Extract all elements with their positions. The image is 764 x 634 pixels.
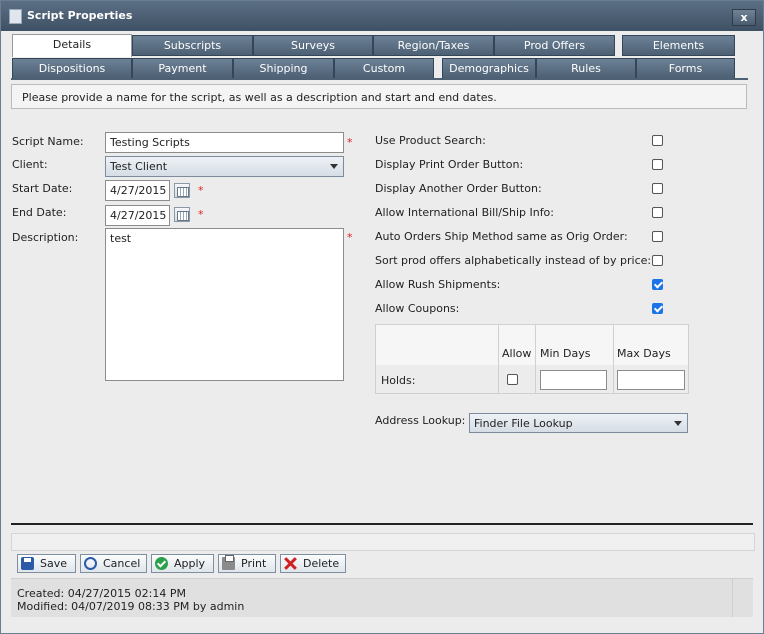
chevron-down-icon bbox=[330, 164, 338, 169]
checkmark-icon bbox=[155, 557, 168, 570]
address-lookup-value: Finder File Lookup bbox=[474, 417, 573, 430]
calendar-icon[interactable] bbox=[174, 183, 190, 198]
column-divider bbox=[535, 325, 536, 393]
required-marker: * bbox=[198, 208, 204, 221]
script-name-input[interactable]: Testing Scripts bbox=[105, 132, 344, 153]
script-icon bbox=[9, 9, 22, 24]
footer-info: Created: 04/27/2015 02:14 PM Modified: 0… bbox=[11, 578, 753, 617]
client-label: Client: bbox=[12, 158, 48, 171]
display-another-order-checkbox[interactable] bbox=[652, 183, 663, 194]
created-timestamp: Created: 04/27/2015 02:14 PM bbox=[17, 587, 186, 600]
allow-column-header: Allow bbox=[502, 347, 532, 360]
modified-timestamp: Modified: 04/07/2019 08:33 PM by admin bbox=[17, 600, 245, 613]
tab-shipping[interactable]: Shipping bbox=[233, 58, 334, 79]
use-product-search-checkbox[interactable] bbox=[652, 135, 663, 146]
window-title: Script Properties bbox=[27, 9, 133, 22]
undo-icon bbox=[84, 557, 97, 570]
auto-orders-ship-method-checkbox[interactable] bbox=[652, 231, 663, 242]
tab-dispositions[interactable]: Dispositions bbox=[12, 58, 132, 79]
chevron-down-icon bbox=[674, 421, 682, 426]
option-label: Use Product Search: bbox=[375, 134, 486, 147]
sort-prod-offers-checkbox[interactable] bbox=[652, 255, 663, 266]
tab-custom[interactable]: Custom bbox=[334, 58, 434, 79]
min-days-column-header: Min Days bbox=[540, 347, 591, 360]
required-marker: * bbox=[347, 136, 353, 149]
description-textarea[interactable]: test bbox=[105, 228, 344, 381]
option-label: Display Another Order Button: bbox=[375, 182, 542, 195]
tab-prod-offers[interactable]: Prod Offers bbox=[494, 35, 615, 56]
end-date-label: End Date: bbox=[12, 206, 67, 219]
cancel-label: Cancel bbox=[103, 557, 141, 570]
end-date-input[interactable]: 4/27/2015 bbox=[105, 205, 170, 226]
max-days-column-header: Max Days bbox=[617, 347, 671, 360]
column-divider bbox=[613, 325, 614, 393]
allow-rush-shipments-checkbox[interactable] bbox=[652, 279, 663, 290]
bottom-separator bbox=[11, 523, 753, 525]
column-divider bbox=[498, 325, 499, 393]
print-label: Print bbox=[241, 557, 267, 570]
holds-allow-checkbox[interactable] bbox=[507, 374, 518, 385]
tab-forms[interactable]: Forms bbox=[636, 58, 735, 79]
tab-payment[interactable]: Payment bbox=[132, 58, 233, 79]
description-label: Description: bbox=[12, 231, 79, 244]
start-date-input[interactable]: 4/27/2015 bbox=[105, 180, 170, 201]
option-label: Allow Rush Shipments: bbox=[375, 278, 501, 291]
delete-x-icon bbox=[284, 557, 297, 570]
holds-row-label: Holds: bbox=[381, 374, 416, 387]
option-label: Allow Coupons: bbox=[375, 302, 460, 315]
option-label: Auto Orders Ship Method same as Orig Ord… bbox=[375, 230, 628, 243]
apply-button[interactable]: Apply bbox=[151, 554, 214, 573]
save-label: Save bbox=[40, 557, 68, 570]
close-button[interactable]: x bbox=[732, 9, 756, 26]
footer-divider bbox=[732, 579, 733, 617]
holds-max-days-input[interactable] bbox=[617, 370, 685, 390]
allow-international-checkbox[interactable] bbox=[652, 207, 663, 218]
tab-details[interactable]: Details bbox=[12, 34, 132, 57]
printer-icon bbox=[222, 555, 235, 570]
tab-demographics[interactable]: Demographics bbox=[442, 58, 536, 79]
option-label: Allow International Bill/Ship Info: bbox=[375, 206, 554, 219]
option-label: Sort prod offers alphabetically instead … bbox=[375, 254, 652, 267]
info-bar: Please provide a name for the script, as… bbox=[11, 84, 747, 109]
calendar-icon[interactable] bbox=[174, 207, 190, 222]
option-label: Display Print Order Button: bbox=[375, 158, 524, 171]
tab-underline bbox=[11, 78, 748, 80]
start-date-label: Start Date: bbox=[12, 182, 73, 195]
client-select[interactable]: Test Client bbox=[105, 156, 344, 177]
tab-rules[interactable]: Rules bbox=[536, 58, 636, 79]
required-marker: * bbox=[347, 231, 353, 244]
tab-surveys[interactable]: Surveys bbox=[253, 35, 373, 56]
apply-label: Apply bbox=[174, 557, 206, 570]
tab-subscripts[interactable]: Subscripts bbox=[132, 35, 253, 56]
title-bar[interactable]: Script Properties x bbox=[1, 1, 763, 31]
cancel-button[interactable]: Cancel bbox=[80, 554, 147, 573]
required-marker: * bbox=[198, 184, 204, 197]
save-button[interactable]: Save bbox=[17, 554, 76, 573]
delete-button[interactable]: Delete bbox=[280, 554, 346, 573]
print-button[interactable]: Print bbox=[218, 554, 276, 573]
save-icon bbox=[21, 557, 34, 570]
tab-region-taxes[interactable]: Region/Taxes bbox=[373, 35, 494, 56]
address-lookup-label: Address Lookup: bbox=[375, 414, 466, 427]
tab-elements[interactable]: Elements bbox=[622, 35, 735, 56]
display-print-order-checkbox[interactable] bbox=[652, 159, 663, 170]
address-lookup-select[interactable]: Finder File Lookup bbox=[469, 413, 688, 433]
script-name-label: Script Name: bbox=[12, 135, 84, 148]
toolbar-strip bbox=[11, 533, 755, 551]
holds-min-days-input[interactable] bbox=[540, 370, 607, 390]
client-value: Test Client bbox=[110, 160, 168, 173]
delete-label: Delete bbox=[303, 557, 340, 570]
allow-coupons-checkbox[interactable] bbox=[652, 303, 663, 314]
